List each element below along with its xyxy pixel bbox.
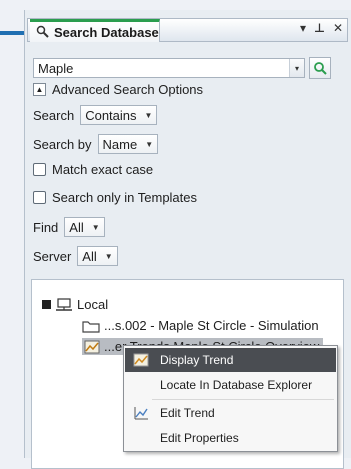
search-icon (314, 62, 327, 75)
panel-titlebar: Search Database ▾ ⊥ ✕ (27, 18, 348, 42)
match-case-checkbox[interactable] (33, 163, 46, 176)
templates-only-option[interactable]: Search only in Templates (33, 190, 197, 205)
close-icon[interactable]: ✕ (333, 21, 343, 35)
edit-trend-icon (134, 407, 148, 420)
chevron-down-icon: ▼ (145, 139, 154, 149)
search-go-button[interactable] (309, 57, 331, 79)
chevron-down-icon: ▼ (104, 251, 113, 261)
menu-item-label: Locate In Database Explorer (160, 378, 313, 392)
match-case-label: Match exact case (52, 162, 154, 177)
server-label: Server (33, 248, 72, 264)
tree-item-simulation[interactable]: ...s.002 - Maple St Circle - Simulation (82, 318, 319, 333)
search-by-select[interactable]: Name ▼ (97, 134, 159, 154)
tree-node-local[interactable]: Local (42, 297, 108, 312)
search-by-label: Search by (33, 136, 92, 152)
chevron-down-icon: ▼ (144, 110, 153, 120)
chevron-down-icon: ▼ (91, 222, 100, 232)
match-case-option[interactable]: Match exact case (33, 162, 153, 177)
trend-icon (133, 353, 149, 367)
search-query-value: Maple (38, 60, 74, 76)
search-by-value: Name (102, 136, 138, 152)
find-label: Find (33, 219, 59, 235)
menu-separator (152, 399, 334, 400)
find-select[interactable]: All ▼ (64, 217, 105, 237)
chevron-down-icon[interactable]: ▾ (289, 59, 304, 77)
templates-only-label: Search only in Templates (52, 190, 198, 205)
menu-item-label: Display Trend (160, 353, 234, 367)
menu-item-label: Edit Properties (160, 431, 239, 445)
search-mode-value: Contains (85, 107, 137, 123)
menu-item-display-trend[interactable]: Display Trend (125, 348, 336, 372)
dropdown-icon[interactable]: ▾ (300, 21, 306, 35)
tree-item-label: ...s.002 - Maple St Circle - Simulation (104, 318, 319, 333)
find-value: All (69, 219, 84, 235)
tab-search-database[interactable]: Search Database (30, 19, 160, 42)
templates-only-checkbox[interactable] (33, 191, 46, 204)
menu-item-edit-trend[interactable]: Edit Trend (125, 401, 336, 425)
tree-root-label: Local (77, 297, 109, 312)
search-query-combo[interactable]: Maple ▾ (33, 58, 305, 78)
menu-item-edit-properties[interactable]: Edit Properties (125, 426, 336, 450)
search-icon (36, 25, 49, 38)
folder-icon (82, 320, 100, 333)
menu-item-locate[interactable]: Locate In Database Explorer (125, 373, 336, 397)
server-select[interactable]: All ▼ (77, 246, 118, 266)
server-value: All (82, 248, 97, 264)
context-menu: Display Trend Locate In Database Explore… (123, 345, 338, 452)
search-mode-label: Search (33, 107, 75, 123)
trend-icon (84, 340, 100, 353)
pin-icon[interactable]: ⊥ (314, 21, 325, 35)
server-icon (56, 297, 72, 311)
advanced-search-toggle[interactable]: ▲ Advanced Search Options (33, 82, 203, 97)
search-mode-select[interactable]: Contains ▼ (80, 105, 158, 125)
collapse-icon[interactable] (42, 300, 51, 309)
collapse-icon[interactable]: ▲ (33, 83, 46, 96)
menu-item-label: Edit Trend (160, 406, 215, 420)
tab-title: Search Database (54, 24, 159, 40)
advanced-search-label: Advanced Search Options (52, 82, 204, 97)
